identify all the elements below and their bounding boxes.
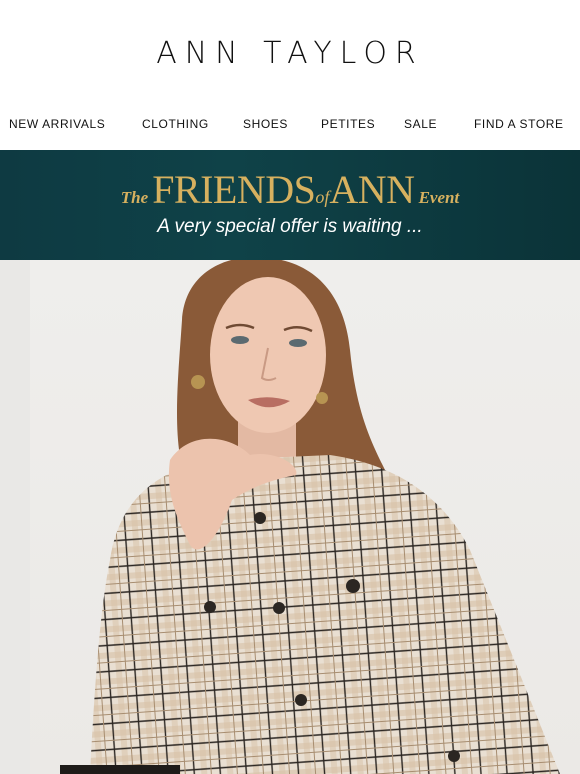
- banner-title-the: The: [120, 188, 149, 207]
- banner-subtitle: A very special offer is waiting ...: [157, 216, 423, 237]
- email-header: ANN TAYLOR: [0, 0, 580, 108]
- model-in-plaid-jacket-image: [60, 260, 560, 774]
- nav-item-find-a-store[interactable]: FIND A STORE: [474, 117, 564, 131]
- main-nav: NEW ARRIVALS CLOTHING SHOES PETITES SALE…: [0, 108, 580, 140]
- banner-title-ann: ANN: [329, 167, 415, 212]
- friends-of-ann-banner[interactable]: The FRIENDSofANN Event A very special of…: [0, 150, 580, 260]
- banner-title-of: of: [315, 187, 330, 207]
- hero-image[interactable]: [0, 260, 580, 774]
- banner-title: The FRIENDSofANN Event: [0, 166, 580, 213]
- ann-taylor-logo[interactable]: ANN TAYLOR: [0, 36, 580, 71]
- banner-title-event: Event: [418, 188, 460, 207]
- banner-title-friends: FRIENDS: [152, 167, 316, 212]
- nav-item-shoes[interactable]: SHOES: [243, 117, 288, 131]
- nav-item-sale[interactable]: SALE: [404, 117, 437, 131]
- nav-item-new-arrivals[interactable]: NEW ARRIVALS: [9, 117, 105, 131]
- nav-item-petites[interactable]: PETITES: [321, 117, 375, 131]
- nav-item-clothing[interactable]: CLOTHING: [142, 117, 209, 131]
